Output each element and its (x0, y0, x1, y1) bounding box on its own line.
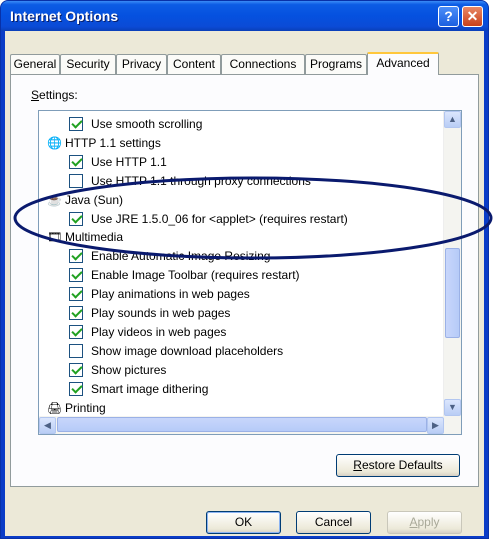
java-cup-icon: ☕ (47, 192, 62, 207)
setting-label: Smart image dithering (91, 381, 209, 396)
scroll-left-button[interactable]: ◀ (39, 417, 56, 434)
group-label: Printing (65, 400, 106, 415)
group-label: Multimedia (65, 230, 124, 245)
scroll-right-button[interactable]: ▶ (427, 417, 444, 434)
checkbox-checked[interactable] (69, 249, 83, 264)
group-label: Java (Sun) (65, 192, 124, 207)
checkbox-checked[interactable] (69, 287, 83, 302)
checkbox-checked[interactable] (69, 362, 83, 377)
horizontal-scrollbar[interactable]: ◀ ▶ (39, 416, 461, 434)
tab-content[interactable]: Content (167, 54, 221, 74)
checkbox-checked[interactable] (69, 117, 83, 131)
printer-icon: 🖨 (47, 400, 63, 415)
checkbox-checked[interactable] (69, 154, 83, 169)
setting-label: Enable Automatic Image Resizing (91, 249, 271, 264)
checkbox-unchecked[interactable] (69, 173, 83, 188)
tab-connections[interactable]: Connections (221, 54, 305, 74)
setting-label: Play sounds in web pages (91, 306, 231, 320)
scroll-up-button[interactable]: ▲ (444, 111, 461, 128)
chevron-right-icon: ▶ (432, 420, 439, 430)
checkbox-unchecked[interactable] (69, 343, 83, 358)
checkbox-checked[interactable] (69, 211, 83, 226)
setting-label: Use JRE 1.5.0_06 for <applet> (requires … (91, 211, 348, 226)
setting-label: Play animations in web pages (91, 287, 250, 302)
chevron-down-icon: ▼ (448, 402, 457, 412)
chevron-left-icon: ◀ (44, 420, 51, 430)
tab-general[interactable]: General (10, 54, 60, 74)
restore-defaults-button[interactable]: Restore Defaults (336, 454, 460, 477)
apply-button[interactable]: Apply (387, 511, 462, 534)
scroll-down-button[interactable]: ▼ (444, 399, 461, 416)
checkbox-checked[interactable] (69, 324, 83, 339)
setting-label: Play videos in web pages (91, 324, 227, 339)
help-icon: ? (444, 8, 453, 24)
horizontal-scroll-thumb[interactable] (57, 417, 427, 432)
close-icon: ✕ (466, 8, 479, 24)
chevron-up-icon: ▲ (448, 114, 457, 124)
window-title: Internet Options (10, 8, 119, 24)
setting-label: Enable Image Toolbar (requires restart) (91, 268, 300, 283)
tab-strip: General Security Privacy Content Connect… (10, 52, 480, 75)
tab-security[interactable]: Security (60, 54, 116, 74)
setting-label: Use smooth scrolling (91, 117, 203, 131)
setting-label: Use HTTP 1.1 (91, 154, 167, 169)
checkbox-checked[interactable] (69, 381, 83, 396)
cancel-button[interactable]: Cancel (296, 511, 371, 534)
checkbox-checked[interactable] (69, 268, 83, 283)
tab-advanced[interactable]: Advanced (367, 52, 439, 75)
ok-button[interactable]: OK (206, 511, 281, 534)
tab-privacy[interactable]: Privacy (116, 54, 167, 74)
setting-label: Use HTTP 1.1 through proxy connections (91, 173, 311, 188)
close-button[interactable]: ✕ (462, 6, 483, 27)
settings-tree-list[interactable]: Use smooth scrolling 🌐 HTTP 1.1 settings Us… (38, 110, 462, 435)
settings-label: Settings: (31, 88, 78, 102)
setting-label: Show image download placeholders (91, 343, 284, 358)
group-label: HTTP 1.1 settings (65, 135, 161, 150)
globe-page-icon: 🌐 (47, 135, 62, 150)
help-button[interactable]: ? (438, 6, 459, 27)
title-bar[interactable]: Internet Options ? ✕ (1, 1, 488, 31)
multimedia-icon: 🎞 (47, 230, 63, 245)
vertical-scroll-thumb[interactable] (445, 248, 460, 338)
vertical-scrollbar[interactable]: ▲ ▼ (443, 111, 461, 416)
checkbox-checked[interactable] (69, 306, 83, 320)
setting-label: Show pictures (91, 362, 167, 377)
tab-programs[interactable]: Programs (305, 54, 367, 74)
